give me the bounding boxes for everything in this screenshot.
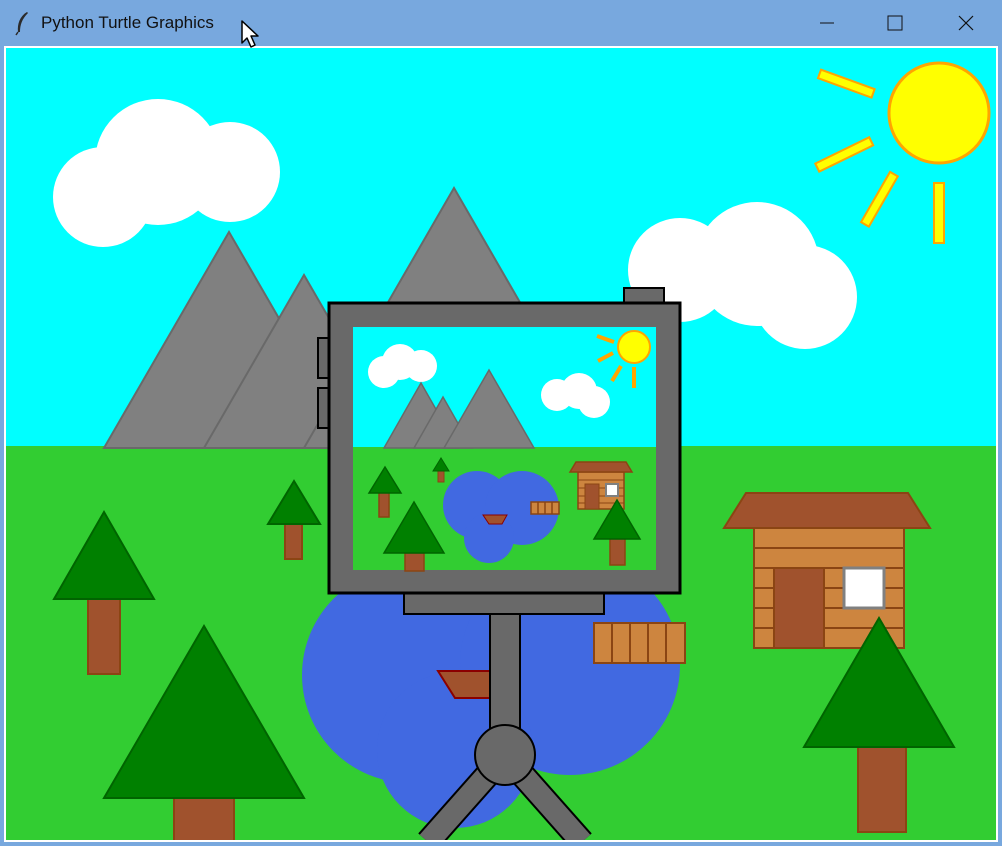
close-icon [958,15,974,31]
close-button[interactable] [932,0,1000,46]
window-title: Python Turtle Graphics [41,13,214,32]
screen-cabin [568,461,634,510]
maximize-button[interactable] [861,0,929,46]
minimize-icon [820,22,834,24]
camera-screen [353,327,656,572]
dock [593,622,686,664]
feather-icon [15,12,28,36]
screen-dock [530,501,560,515]
title-bar[interactable]: Python Turtle Graphics [0,0,1002,46]
minimize-button[interactable] [793,0,861,46]
turtle-window: Python Turtle Graphics [0,0,1002,846]
turtle-canvas[interactable] [4,46,998,842]
maximize-icon [887,15,903,31]
cabin [722,492,932,649]
scene-drawing [6,48,996,840]
